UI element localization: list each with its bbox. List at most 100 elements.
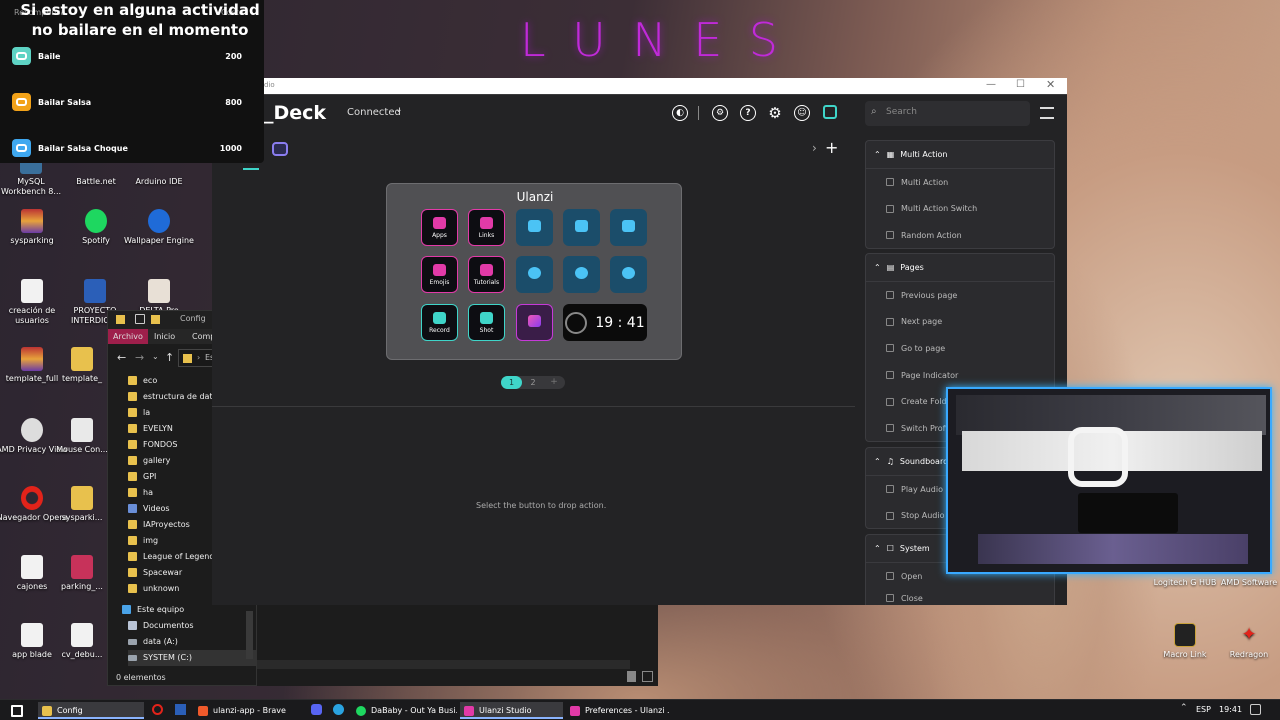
forward-arrow-icon[interactable]: → [135, 351, 144, 364]
scrollbar[interactable] [246, 611, 253, 659]
desktop-icon-parking[interactable]: parking_... [52, 555, 112, 592]
search-input[interactable]: ⌕ Search [865, 101, 1030, 126]
action-item[interactable]: Multi Action [866, 169, 1054, 196]
next-track-icon [622, 267, 635, 279]
deck-key[interactable] [610, 256, 647, 293]
add-page-button[interactable]: + [547, 376, 561, 389]
action-label: Stop Audio [901, 511, 945, 521]
winrar-icon [21, 347, 43, 371]
tab-archivo[interactable]: Archivo [108, 329, 148, 344]
drive-icon [128, 638, 137, 645]
details-view-icon[interactable] [627, 671, 636, 682]
desktop-icon-mouse[interactable]: Mouse Con... [52, 418, 112, 455]
deck-key[interactable]: Links [468, 209, 505, 246]
section-header[interactable]: ⌃ ▦ Multi Action [866, 141, 1054, 169]
page-2-button[interactable]: 2 [526, 376, 540, 389]
action-item[interactable]: Multi Action Switch [866, 196, 1054, 223]
deck-key[interactable] [516, 256, 553, 293]
taskbar-item-preferences[interactable]: Preferences - Ulanzi ... [566, 702, 669, 719]
emojis-icon [433, 263, 446, 276]
language-indicator[interactable]: ESP [1196, 705, 1211, 714]
section-title: Soundboard [899, 457, 949, 466]
taskbar-item-spotify[interactable]: DaBaby - Out Ya Busi... [352, 702, 457, 719]
store-icon[interactable] [823, 105, 837, 119]
explorer-title: Config [180, 314, 206, 323]
clock[interactable]: 19:41 [1219, 705, 1242, 714]
windows-start-icon[interactable] [11, 705, 23, 717]
desktop-icon-label: AMD Software [1220, 578, 1278, 587]
opera-icon[interactable] [152, 704, 163, 715]
discord-icon[interactable] [311, 704, 322, 715]
close-icon[interactable]: ✕ [1046, 78, 1055, 91]
plugin-icon[interactable]: ⚙ [712, 105, 728, 121]
action-item[interactable]: Page Indicator [866, 362, 1054, 389]
deck-key[interactable]: Record [421, 304, 458, 341]
taskbar-item-config[interactable]: Config [38, 702, 144, 719]
document-icon [71, 623, 93, 647]
back-arrow-icon[interactable]: ← [117, 351, 126, 364]
action-item[interactable]: Close [866, 590, 1054, 607]
deck-clock-key[interactable]: 19 : 41 [563, 304, 647, 341]
chevron-right-icon[interactable]: › [812, 141, 817, 155]
up-arrow-icon[interactable]: ↑ [165, 351, 174, 364]
tiles-view-icon[interactable] [642, 671, 653, 682]
deck-key[interactable]: Apps [421, 209, 458, 246]
desktop-icon-template[interactable]: template_ [52, 347, 112, 384]
horizontal-scrollbar[interactable] [257, 660, 630, 669]
checkbox-icon[interactable] [135, 314, 145, 324]
ulanzi-logo-icon[interactable]: ◐ [672, 105, 688, 121]
section-header[interactable]: ⌃ ▤ Pages [866, 254, 1054, 282]
add-profile-icon[interactable]: + [825, 138, 838, 157]
video-folder-icon [128, 504, 137, 513]
taskbar-label: Config [57, 706, 83, 715]
chevron-up-icon: ⌃ [874, 150, 881, 159]
taskbar-item-ulanzi-studio[interactable]: Ulanzi Studio [460, 702, 563, 719]
apps-icon [433, 216, 446, 229]
webcam-stream-deck [1078, 493, 1178, 533]
desktop-icon-wallpaper-engine[interactable]: Wallpaper Engine [122, 209, 196, 246]
document-icon [21, 623, 43, 647]
reward-row: Bailar Salsa Choque 1000 [12, 138, 242, 158]
desktop-icon-sysparki[interactable]: sysparki... [52, 486, 112, 523]
folder-icon [128, 440, 137, 449]
action-item[interactable]: Random Action [866, 222, 1054, 249]
connection-status[interactable]: Connected [347, 107, 401, 118]
deck-key[interactable] [610, 209, 647, 246]
settings-icon[interactable]: ⚙ [767, 104, 783, 122]
deck-key[interactable]: Shot [468, 304, 505, 341]
gamepad-icon [12, 47, 31, 65]
drive-item[interactable]: Documentos [128, 618, 258, 634]
desktop-icon-cv-debug[interactable]: cv_debu... [52, 623, 112, 660]
deck-key[interactable] [516, 304, 553, 341]
account-icon[interactable]: ☺ [794, 105, 810, 121]
tab-inicio[interactable]: Inicio [149, 329, 180, 344]
tray-chevron-icon[interactable]: ⌃ [1180, 703, 1188, 713]
desktop-icon-redragon[interactable]: ✦ Redragon [1211, 623, 1280, 660]
deck-key[interactable] [563, 256, 600, 293]
notifications-icon[interactable] [1250, 704, 1261, 715]
drive-item[interactable]: SYSTEM (C:) [128, 650, 258, 666]
maximize-icon[interactable]: ☐ [1016, 79, 1025, 90]
list-view-icon[interactable] [1040, 107, 1054, 119]
drive-item[interactable]: data (A:) [128, 634, 258, 650]
deck-key[interactable]: Emojis [421, 256, 458, 293]
desktop-icon-amd-software[interactable]: AMD Software [1211, 578, 1280, 588]
minimize-icon[interactable]: — [986, 79, 996, 90]
page-1-button[interactable]: 1 [501, 376, 522, 389]
gamepad-icon [12, 93, 31, 111]
action-item[interactable]: Previous page [866, 282, 1054, 309]
action-item[interactable]: Go to page [866, 335, 1054, 362]
folder-label: ha [143, 488, 153, 497]
chevron-down-icon[interactable]: ⌄ [152, 352, 159, 361]
chevron-down-icon[interactable]: ⌄ [395, 105, 403, 115]
telegram-icon[interactable] [333, 704, 344, 715]
deck-key[interactable] [563, 209, 600, 246]
action-item[interactable]: Next page [866, 309, 1054, 336]
deck-key[interactable]: Tutorials [468, 256, 505, 293]
folder-icon [128, 456, 137, 465]
taskbar-item-brave[interactable]: ulanzi-app - Brave [194, 702, 305, 719]
help-icon[interactable]: ? [740, 105, 756, 121]
deck-key[interactable] [516, 209, 553, 246]
profile-icon[interactable] [272, 142, 288, 156]
word-icon[interactable] [175, 704, 186, 715]
